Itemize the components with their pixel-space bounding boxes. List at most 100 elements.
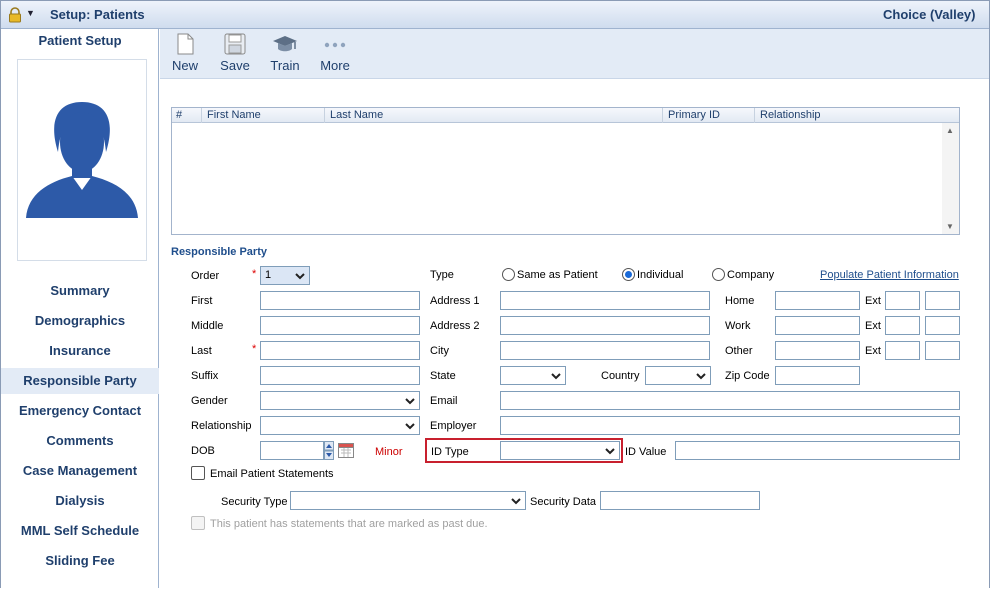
first-name-label: First: [191, 295, 213, 307]
window-title: Setup: Patients: [50, 7, 145, 22]
populate-patient-information-link[interactable]: Populate Patient Information: [820, 269, 959, 281]
new-button[interactable]: New: [163, 33, 207, 77]
state-label: State: [430, 370, 456, 382]
train-button[interactable]: Train: [263, 33, 307, 77]
middle-name-label: Middle: [191, 320, 224, 332]
save-disk-icon: [224, 33, 246, 55]
email-statements-checkbox[interactable]: [191, 466, 205, 480]
state-select[interactable]: [500, 366, 566, 385]
middle-name-input[interactable]: [260, 316, 420, 335]
lock-icon[interactable]: [7, 7, 23, 23]
other-extra-input[interactable]: [925, 341, 960, 360]
scroll-up-icon[interactable]: ▲: [946, 126, 954, 135]
dob-input[interactable]: [260, 441, 324, 460]
dob-stepper[interactable]: [324, 441, 334, 460]
type-same-as-patient-radio[interactable]: [502, 268, 515, 281]
employer-input[interactable]: [500, 416, 960, 435]
sidebar-item-responsible-party[interactable]: Responsible Party: [1, 368, 159, 394]
security-type-select[interactable]: [290, 491, 526, 510]
email-label: Email: [430, 395, 458, 407]
sidebar-item-demographics[interactable]: Demographics: [1, 308, 159, 334]
more-button-label: More: [320, 58, 350, 73]
grid-scrollbar[interactable]: ▲ ▼: [942, 123, 959, 234]
address1-input[interactable]: [500, 291, 710, 310]
first-name-input[interactable]: [260, 291, 420, 310]
patient-photo[interactable]: [17, 59, 147, 261]
sidebar-item-summary[interactable]: Summary: [1, 278, 159, 304]
work-extra-input[interactable]: [925, 316, 960, 335]
torn-edge: [0, 588, 1008, 616]
home-phone-input[interactable]: [775, 291, 860, 310]
work-phone-input[interactable]: [775, 316, 860, 335]
order-label: Order: [191, 270, 220, 282]
address1-label: Address 1: [430, 295, 480, 307]
sidebar-item-sliding-fee[interactable]: Sliding Fee: [1, 548, 159, 574]
security-data-input[interactable]: [600, 491, 760, 510]
country-label: Country: [601, 370, 640, 382]
type-individual-radio[interactable]: [622, 268, 635, 281]
home-ext-input[interactable]: [885, 291, 920, 310]
sidebar-item-dialysis[interactable]: Dialysis: [1, 488, 159, 514]
toolbar: New Save Train More: [160, 29, 989, 79]
work-ext-label: Ext: [865, 320, 881, 332]
more-button[interactable]: More: [313, 33, 357, 77]
chevron-down-icon: [696, 373, 706, 380]
required-indicator: *: [252, 343, 257, 355]
sidebar-item-insurance[interactable]: Insurance: [1, 338, 159, 364]
relationship-select[interactable]: [260, 416, 420, 435]
app-window: ▼ Setup: Patients Choice (Valley) Patien…: [0, 0, 990, 592]
home-phone-label: Home: [725, 295, 755, 307]
address2-input[interactable]: [500, 316, 710, 335]
train-button-label: Train: [270, 58, 300, 73]
chevron-down-icon: [551, 373, 561, 380]
column-header-primary-id[interactable]: Primary ID: [664, 108, 755, 123]
type-company-radio[interactable]: [712, 268, 725, 281]
gender-select[interactable]: [260, 391, 420, 410]
last-name-label: Last: [191, 345, 212, 357]
caret-down-icon[interactable]: ▼: [26, 8, 35, 18]
past-due-checkbox[interactable]: [191, 516, 205, 530]
city-input[interactable]: [500, 341, 710, 360]
work-phone-label: Work: [725, 320, 751, 332]
dob-label: DOB: [191, 445, 215, 457]
suffix-input[interactable]: [260, 366, 420, 385]
address2-label: Address 2: [430, 320, 480, 332]
minor-indicator: Minor: [375, 446, 403, 458]
relationship-label: Relationship: [191, 420, 252, 432]
chevron-down-icon: [295, 273, 305, 280]
required-indicator: *: [252, 268, 257, 280]
responsible-party-grid[interactable]: # First Name Last Name Primary ID Relati…: [171, 107, 960, 235]
zip-code-input[interactable]: [775, 366, 860, 385]
last-name-input[interactable]: [260, 341, 420, 360]
past-due-label: This patient has statements that are mar…: [210, 518, 488, 530]
work-ext-input[interactable]: [885, 316, 920, 335]
chevron-down-icon: [405, 423, 415, 430]
graduation-cap-icon: [273, 36, 297, 52]
sidebar-item-case-management[interactable]: Case Management: [1, 458, 159, 484]
organization-name: Choice (Valley): [883, 7, 976, 22]
gender-label: Gender: [191, 395, 228, 407]
sidebar-item-comments[interactable]: Comments: [1, 428, 159, 454]
scroll-down-icon[interactable]: ▼: [946, 222, 954, 231]
home-extra-input[interactable]: [925, 291, 960, 310]
column-header-last-name[interactable]: Last Name: [326, 108, 663, 123]
other-phone-input[interactable]: [775, 341, 860, 360]
id-type-highlight-box: [425, 438, 623, 463]
email-input[interactable]: [500, 391, 960, 410]
column-header-first-name[interactable]: First Name: [203, 108, 325, 123]
other-ext-input[interactable]: [885, 341, 920, 360]
new-button-label: New: [171, 58, 198, 73]
type-company-label: Company: [727, 269, 775, 281]
country-select[interactable]: [645, 366, 711, 385]
calendar-icon[interactable]: [338, 443, 354, 458]
chevron-down-icon: [405, 398, 415, 405]
column-header-relationship[interactable]: Relationship: [756, 108, 959, 123]
id-value-input[interactable]: [675, 441, 960, 460]
column-header-number[interactable]: #: [172, 108, 202, 123]
order-select[interactable]: 1: [260, 266, 310, 285]
city-label: City: [430, 345, 449, 357]
sidebar-item-emergency-contact[interactable]: Emergency Contact: [1, 398, 159, 424]
grid-header: # First Name Last Name Primary ID Relati…: [172, 108, 959, 123]
sidebar-item-mml-self-schedule[interactable]: MML Self Schedule: [1, 518, 159, 544]
save-button[interactable]: Save: [213, 33, 257, 77]
